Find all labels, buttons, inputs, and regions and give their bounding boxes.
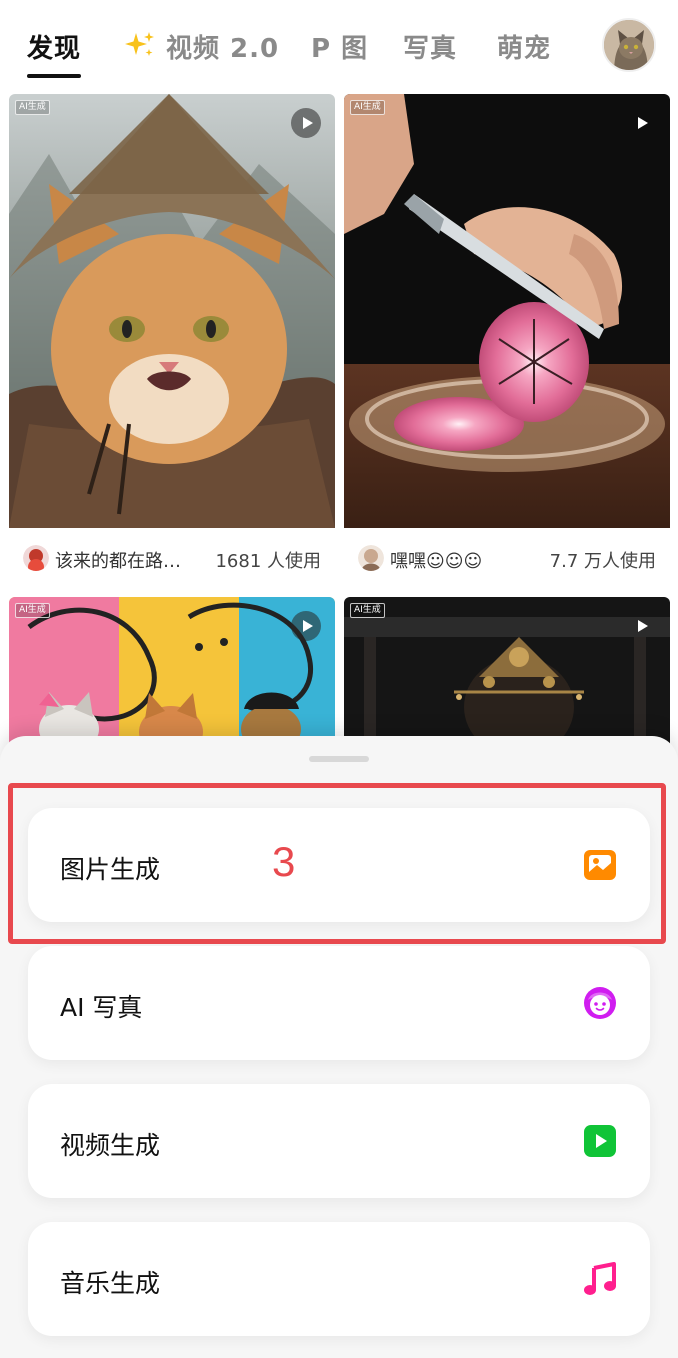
play-icon <box>626 611 656 641</box>
play-icon <box>291 108 321 138</box>
ai-portrait-option[interactable]: AI 写真 <box>28 946 650 1060</box>
video-generation-option[interactable]: 视频生成 <box>28 1084 650 1198</box>
template-card[interactable]: AI生成 嘿嘿☺☺☺ 7.7 万人使用 <box>344 94 670 588</box>
card-meta: 该来的都在路… 1681 人使用 <box>9 528 335 586</box>
annotation-number: 3 <box>272 838 296 885</box>
image-icon <box>584 850 616 880</box>
author-avatar <box>358 545 384 571</box>
sparkles-icon <box>125 32 154 56</box>
user-avatar[interactable] <box>602 18 656 72</box>
active-tab-indicator <box>27 74 81 78</box>
author-name: 该来的都在路… <box>55 551 181 572</box>
template-card[interactable]: AI生成 该来的都在路… 1681 人使用 <box>9 94 335 588</box>
knife-cutting-crystal-kiwi-image <box>344 94 670 528</box>
cat-avatar-image <box>604 20 654 70</box>
option-label: 图片生成 <box>60 855 161 884</box>
card-meta: 嘿嘿☺☺☺ 7.7 万人使用 <box>344 528 670 586</box>
cat-straw-hat-image <box>9 94 335 528</box>
tab-p-image[interactable]: P 图 <box>311 28 368 65</box>
music-note-icon <box>584 1262 616 1295</box>
ai-generated-tag: AI生成 <box>350 603 385 618</box>
tab-portrait[interactable]: 写真 <box>403 28 457 65</box>
card-thumbnail: AI生成 <box>344 94 670 528</box>
card-thumbnail: AI生成 <box>9 94 335 528</box>
author-avatar <box>23 545 49 571</box>
play-icon <box>291 611 321 641</box>
tab-pets[interactable]: 萌宠 <box>497 28 551 65</box>
ai-generated-tag: AI生成 <box>15 603 50 618</box>
image-generation-option[interactable]: 图片生成 <box>28 808 650 922</box>
usage-count: 1681 人使用 <box>215 551 321 572</box>
face-icon <box>584 987 616 1019</box>
ai-generated-tag: AI生成 <box>15 100 50 115</box>
tab-video-2[interactable]: 视频 2.0 <box>166 28 279 65</box>
video-play-icon <box>584 1125 616 1157</box>
ai-generated-tag: AI生成 <box>350 100 385 115</box>
sheet-drag-handle[interactable] <box>309 756 369 762</box>
author-name: 嘿嘿☺☺☺ <box>390 551 483 572</box>
option-label: AI 写真 <box>60 993 143 1022</box>
option-label: 音乐生成 <box>60 1269 161 1298</box>
create-bottom-sheet: 图片生成 AI 写真 视频生成 音乐生成 <box>0 736 678 1358</box>
tab-discover[interactable]: 发现 <box>27 28 81 65</box>
usage-count: 7.7 万人使用 <box>549 551 656 572</box>
option-label: 视频生成 <box>60 1131 161 1160</box>
top-tab-bar: 发现 视频 2.0 P 图 写真 萌宠 <box>0 0 678 88</box>
play-icon <box>626 108 656 138</box>
music-generation-option[interactable]: 音乐生成 <box>28 1222 650 1336</box>
